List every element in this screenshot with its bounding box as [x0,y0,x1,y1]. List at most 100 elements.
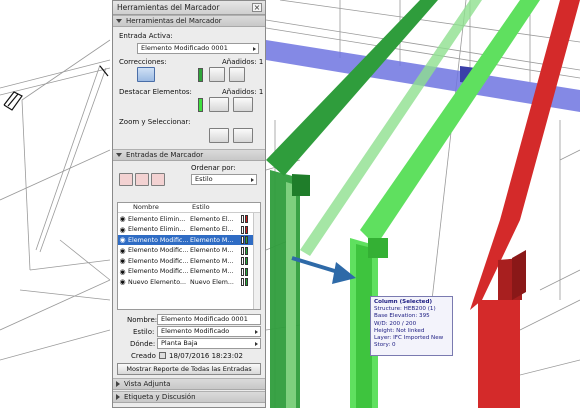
marker-tools-palette: Herramientas del Marcador × Herramientas… [112,0,266,408]
list-item-color-swatch [245,236,248,244]
close-icon[interactable]: × [252,3,262,12]
tooltip-line: Story: 0 [374,342,396,349]
highlight-icon[interactable] [209,97,229,112]
zoom-icon[interactable] [209,128,229,143]
section-tools-label: Herramientas del Marcador [126,17,222,25]
list-item[interactable]: ◉ Elemento Modific... Elemento M... [118,246,254,256]
eye-icon[interactable]: ◉ [118,278,127,286]
color-swatch-bright-green[interactable] [198,98,203,112]
section-label-discussion-header[interactable]: Etiqueta y Discusión [113,391,265,403]
red-column[interactable] [478,300,520,408]
sort-by-value: Estilo [195,175,213,183]
added-count-2: Añadidos: 1 [222,88,264,96]
eye-icon[interactable]: ◉ [118,257,127,265]
show-report-button[interactable]: Mostrar Reporte de Todas las Entradas [117,363,261,375]
3d-viewport[interactable] [0,0,580,408]
name-field[interactable]: Elemento Modificado 0001 [157,314,261,325]
list-item-color-swatch [241,246,244,255]
list-header: Nombre Estilo [118,203,260,213]
eye-icon[interactable]: ◉ [118,215,127,223]
list-item-color-swatch [245,225,248,234]
highlight-label: Destacar Elementos: [119,88,192,96]
col-name[interactable]: Nombre [127,203,188,212]
list-item-color-swatch [241,236,244,244]
correction-add-icon[interactable] [209,67,225,82]
green-bracket [292,174,310,196]
dropdown-arrow-icon [251,178,254,182]
eye-icon[interactable]: ◉ [118,226,127,234]
red-bracket-side [512,250,526,300]
section-entries-label: Entradas de Marcador [126,151,204,159]
list-item-name: Elemento Modific... [128,257,188,265]
section-attached-view-header[interactable]: Vista Adjunta [113,378,265,390]
list-item-color-swatch [245,257,248,265]
chevron-right-icon [116,381,120,387]
list-item-color-swatch [241,257,244,265]
list-item-style: Elemento M... [190,236,234,244]
section-entries-header[interactable]: Entradas de Marcador [113,149,265,161]
list-item-color-swatch [241,278,244,286]
where-dropdown[interactable]: Planta Baja [157,338,261,349]
palette-titlebar[interactable]: Herramientas del Marcador × [113,1,265,15]
arrow-icon [291,256,356,284]
palette-title: Herramientas del Marcador [117,3,220,12]
list-item-color-swatch [245,246,248,255]
sort-by-label: Ordenar por: [191,164,236,172]
list-item[interactable]: ◉ Nuevo Elemento... Nuevo Elem... [118,277,254,287]
zoom-label: Zoom y Seleccionar: [119,118,191,126]
duplicate-entry-icon[interactable] [135,173,149,186]
list-item-color-swatch [245,215,248,223]
eye-icon[interactable]: ◉ [118,247,127,255]
correction-remove-icon[interactable] [229,67,245,82]
list-item-name: Elemento Modific... [128,236,188,244]
where-label: Dónde: [130,340,156,348]
tooltip-line: Layer: IFC Imported New [374,335,444,342]
where-value: Planta Baja [161,339,198,347]
tooltip-line: W/D: 200 / 200 [374,320,417,327]
calendar-icon [159,352,166,359]
created-label: Creado [131,352,156,360]
list-item[interactable]: ◉ Elemento Elimin... Elemento El... [118,214,254,224]
list-item-name: Elemento Modific... [128,247,188,254]
delete-entry-icon[interactable] [151,173,165,186]
list-item[interactable]: ◉ Elemento Elimin... Elemento El... [118,225,254,235]
section-attached-label: Vista Adjunta [124,380,171,388]
color-swatch-green[interactable] [198,68,203,82]
section-tools-header[interactable]: Herramientas del Marcador [113,15,265,27]
active-entry-value: Elemento Modificado 0001 [141,44,228,52]
list-item[interactable]: ◉ Elemento Modific... Elemento M... [118,256,254,266]
tooltip-line: Height: Not linked [374,327,425,334]
col-style[interactable]: Estilo [188,203,240,212]
chevron-right-icon [116,394,120,400]
new-entry-icon[interactable] [119,173,133,186]
active-entry-dropdown[interactable]: Elemento Modificado 0001 [137,43,259,54]
list-item-color-swatch [241,215,244,223]
correction-icon[interactable] [137,67,155,82]
active-entry-label: Entrada Activa: [119,32,173,40]
corrections-label: Correcciones: [119,58,167,66]
tooltip-title: Column (Selected) [374,299,433,305]
style-label: Estilo: [133,328,155,336]
list-item-name: Nuevo Elemento... [128,278,186,286]
list-scrollbar[interactable] [253,213,260,309]
entries-list[interactable]: Nombre Estilo ◉ Elemento Elimin... Element… [117,202,261,310]
highlight-select-icon[interactable] [233,97,253,112]
style-dropdown[interactable]: Elemento Modificado [157,326,261,337]
list-item-color-swatch [241,267,244,276]
name-label: Nombre: [127,316,158,324]
chevron-down-icon [116,153,122,157]
sort-by-dropdown[interactable]: Estilo [191,174,257,185]
list-item-style: Elemento M... [190,247,234,254]
tooltip-line: Structure: HEB200 (1) [374,306,436,313]
list-item[interactable]: ◉ Elemento Modific... Elemento M... [118,235,254,245]
eye-icon[interactable]: ◉ [118,268,127,276]
green-column-face [286,182,296,408]
select-icon[interactable] [233,128,253,143]
element-info-tooltip: Column (Selected) Structure: HEB200 (1) … [370,296,453,356]
added-count-1: Añadidos: 1 [222,58,264,66]
dropdown-arrow-icon [255,330,258,334]
tooltip-line: Base Elevation: 395 [374,313,430,320]
eye-icon[interactable]: ◉ [118,236,127,244]
list-item[interactable]: ◉ Elemento Modific... Elemento M... [118,267,254,277]
dropdown-arrow-icon [253,47,256,51]
